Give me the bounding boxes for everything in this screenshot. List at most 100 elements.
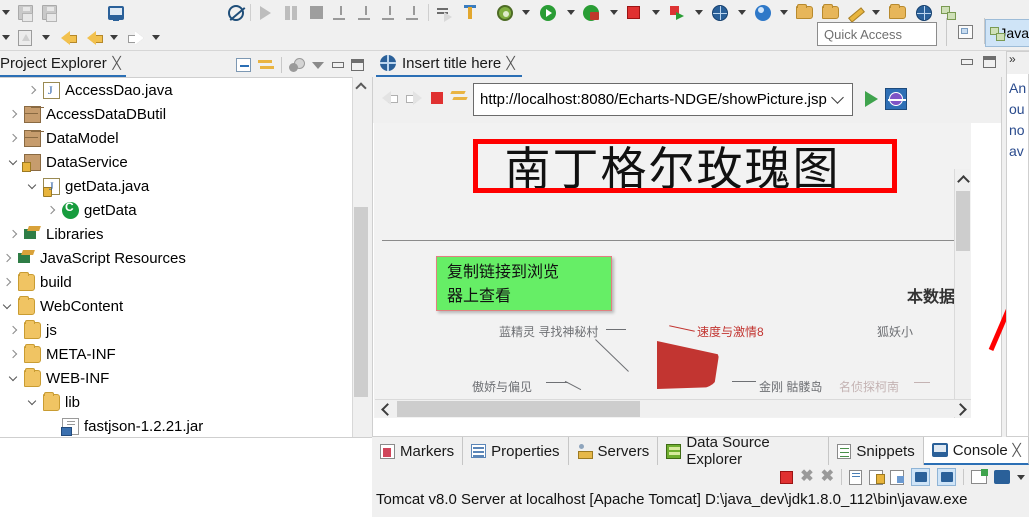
chevron-right-icon[interactable] [0, 276, 13, 289]
tab-data-source-explorer[interactable]: Data Source Explorer [658, 434, 830, 468]
tab-console[interactable]: Console ╳ [923, 437, 1029, 465]
monitor-icon[interactable] [108, 2, 124, 23]
tree-item[interactable]: lib [0, 390, 352, 414]
run-server-icon[interactable] [583, 2, 599, 23]
tree-item[interactable]: META-INF [0, 342, 352, 366]
tree-item[interactable]: DataService [0, 150, 352, 174]
forward-icon[interactable] [406, 90, 423, 105]
display-selected-console-icon[interactable] [994, 470, 1010, 484]
url-input[interactable]: http://localhost:8080/Echarts-NDGE/showP… [473, 83, 853, 116]
open-folder-icon[interactable] [796, 2, 813, 23]
suspend-icon[interactable] [285, 2, 298, 23]
dropdown-caret[interactable] [1017, 474, 1025, 480]
pie-slice-highlighted[interactable] [657, 341, 719, 389]
stop-icon[interactable] [431, 91, 443, 104]
back-icon[interactable] [381, 90, 398, 105]
maximize-icon[interactable] [351, 59, 364, 71]
collapse-all-icon[interactable] [236, 58, 251, 72]
chevron-right-icon[interactable] [6, 108, 19, 121]
chevron-down-icon[interactable] [25, 396, 38, 409]
chevron-right-icon[interactable] [25, 84, 38, 97]
tree-item[interactable]: build [0, 270, 352, 294]
toolbar-dropdown-caret[interactable] [2, 2, 10, 23]
tree-item[interactable]: Libraries [0, 222, 352, 246]
upload-icon[interactable] [18, 27, 32, 48]
chevron-right-icon[interactable] [6, 132, 19, 145]
open-web-browser-icon[interactable] [712, 2, 728, 23]
word-wrap-icon[interactable] [890, 469, 904, 485]
tree-item[interactable]: WEB-INF [0, 366, 352, 390]
forward-dropdown-caret[interactable] [152, 27, 160, 48]
page-vertical-scrollbar[interactable] [954, 169, 970, 418]
scrollbar-thumb[interactable] [397, 401, 640, 417]
focus-icon[interactable] [289, 58, 305, 72]
debug-dropdown-caret[interactable] [522, 2, 530, 23]
minimize-icon[interactable] [960, 57, 973, 67]
open-type-icon[interactable] [822, 2, 839, 23]
scroll-up-icon[interactable] [353, 77, 369, 95]
step-return-icon[interactable] [406, 2, 421, 23]
publish-icon[interactable] [670, 2, 684, 23]
globe-icon[interactable] [916, 2, 932, 23]
chevron-down-icon[interactable] [25, 180, 38, 193]
stop-icon[interactable] [627, 2, 640, 23]
perspective-java-button[interactable]: Java [985, 19, 1029, 47]
tab-project-explorer[interactable]: Project Explorer ╳ [0, 51, 126, 77]
remove-all-launches-icon[interactable]: ✖ [821, 469, 834, 485]
tree-item[interactable]: js [0, 318, 352, 342]
tree-item[interactable]: getData.java [0, 174, 352, 198]
scrollbar-thumb[interactable] [354, 207, 368, 397]
tree-item[interactable]: DataModel [0, 126, 352, 150]
open-perspective-button[interactable] [955, 22, 975, 42]
open-external-browser-icon[interactable] [885, 88, 907, 110]
run-icon[interactable] [540, 2, 556, 23]
chevron-right-icon[interactable] [6, 324, 19, 337]
tree-item[interactable]: AccessDataDButil [0, 102, 352, 126]
tree-item[interactable]: fastjson-1.2.21.jar [0, 414, 352, 438]
tree-item[interactable]: JavaScript Resources [0, 246, 352, 270]
step-into-icon[interactable] [358, 2, 373, 23]
minimize-icon[interactable] [331, 60, 344, 70]
link-with-editor-icon[interactable] [258, 58, 274, 72]
maximize-icon[interactable] [983, 56, 996, 68]
chevron-right-icon[interactable] [0, 252, 13, 265]
forward-icon[interactable] [128, 27, 145, 48]
java-perspective-icon[interactable] [941, 2, 956, 23]
terminate-icon[interactable] [310, 2, 323, 23]
upload-dropdown-caret[interactable] [42, 27, 50, 48]
step-over-icon[interactable] [382, 2, 397, 23]
close-icon[interactable]: ╳ [507, 56, 515, 70]
chevron-down-icon[interactable] [6, 372, 19, 385]
save-all-icon[interactable] [42, 2, 57, 23]
view-menu-icon[interactable] [312, 61, 324, 69]
open-resource-icon[interactable] [889, 2, 906, 23]
back-star-icon[interactable] [60, 27, 77, 48]
scroll-up-icon[interactable] [955, 171, 971, 188]
show-console-on-output-icon[interactable] [911, 468, 930, 486]
run-server-dropdown-caret[interactable] [610, 2, 618, 23]
save-icon[interactable] [18, 2, 33, 23]
remove-launch-icon[interactable]: ✖ [800, 469, 813, 485]
search-icon[interactable] [755, 2, 771, 23]
scroll-lock-icon[interactable] [869, 469, 885, 485]
tab-servers[interactable]: Servers [569, 437, 659, 465]
clear-console-icon[interactable] [849, 469, 862, 485]
terminate-icon[interactable] [780, 470, 794, 484]
close-icon[interactable]: ╳ [1012, 443, 1020, 457]
scroll-left-icon[interactable] [377, 400, 394, 418]
scroll-right-icon[interactable] [953, 400, 970, 418]
outline-header[interactable]: » [1007, 52, 1029, 74]
tab-insert-title-here[interactable]: Insert title here ╳ [376, 51, 523, 77]
search-dropdown-caret[interactable] [780, 2, 788, 23]
chevron-down-icon[interactable] [0, 300, 13, 313]
publish-dropdown-caret[interactable] [695, 2, 703, 23]
tee-icon[interactable] [462, 2, 478, 23]
run-dropdown-caret[interactable] [567, 2, 575, 23]
chevron-right-icon[interactable] [6, 348, 19, 361]
chevron-right-icon[interactable] [44, 204, 57, 217]
refresh-icon[interactable] [451, 90, 467, 105]
tree-item[interactable]: WebContent [0, 294, 352, 318]
toolbar-dropdown-caret-2[interactable] [2, 27, 10, 48]
show-console-on-error-icon[interactable] [937, 468, 956, 486]
chevron-right-icon[interactable] [6, 228, 19, 241]
